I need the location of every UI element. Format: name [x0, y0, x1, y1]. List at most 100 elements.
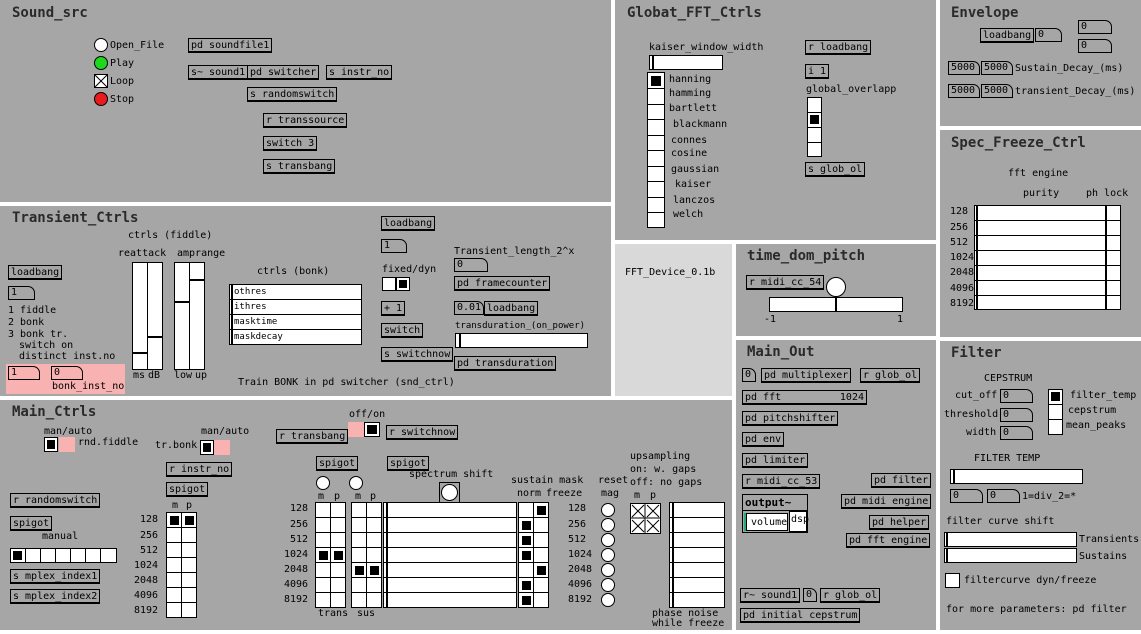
upsampling-toggles[interactable] — [630, 503, 661, 534]
filter-object[interactable]: pd filter — [871, 473, 932, 488]
glob-ol-object[interactable]: r glob_ol — [860, 368, 921, 383]
switch-object[interactable]: switch — [381, 323, 424, 338]
midi-object[interactable]: r midi_cc_53 — [742, 474, 821, 489]
manual-radio[interactable] — [10, 548, 117, 563]
helper-object[interactable]: pd helper — [869, 515, 930, 530]
randomswitch-object[interactable]: r randomswitch — [10, 493, 101, 508]
transbang-object[interactable]: s transbang — [263, 159, 336, 174]
onoff-toggle[interactable] — [364, 422, 380, 437]
number-box[interactable]: 0 — [1000, 426, 1033, 440]
loadbang-object[interactable]: loadbang — [980, 28, 1035, 43]
filter-mode-radio[interactable] — [1048, 389, 1063, 435]
number-box[interactable]: 1 — [8, 286, 35, 300]
int-object[interactable]: i 1 — [805, 64, 830, 79]
reattack-ms-slider[interactable] — [132, 262, 148, 370]
mp-grid[interactable] — [166, 512, 197, 618]
phlock-toggles[interactable] — [1106, 205, 1121, 310]
volume-slider[interactable]: volume — [746, 513, 788, 531]
plus-object[interactable]: + 1 — [381, 301, 406, 316]
number-box[interactable]: 0 — [1078, 39, 1112, 53]
dyn-toggle[interactable] — [396, 277, 410, 291]
reset-bang[interactable] — [601, 578, 615, 592]
pink-toggle[interactable] — [348, 422, 364, 437]
number-box[interactable]: 5000 — [981, 61, 1013, 75]
number-box[interactable]: 0 — [1035, 28, 1062, 42]
limiter-object[interactable]: pd limiter — [742, 453, 809, 468]
transdur-slider[interactable] — [455, 333, 588, 348]
switch3-object[interactable]: switch 3 — [263, 136, 318, 151]
dynfreeze-toggle[interactable] — [945, 573, 960, 588]
initial-cepstrum-object[interactable]: pd initial cepstrum — [740, 608, 861, 623]
reset-bang[interactable] — [601, 518, 615, 532]
mplex-object[interactable]: s mplex_index1 — [10, 569, 101, 584]
stop-bang[interactable] — [94, 92, 108, 106]
reset-bang[interactable] — [601, 563, 615, 577]
transduration-object[interactable]: pd transduration — [454, 356, 557, 371]
spectrum-shift-sliders[interactable] — [383, 502, 517, 608]
switchnow-object[interactable]: r switchnow — [386, 425, 459, 440]
trbonk-toggle[interactable] — [200, 440, 214, 455]
number-box[interactable]: 0 — [51, 366, 83, 380]
sus-grid[interactable] — [351, 502, 382, 608]
sustain-mask-grid[interactable] — [518, 502, 549, 608]
number-box[interactable]: 5000 — [948, 84, 980, 98]
send-sound-object[interactable]: s~ sound1 — [188, 65, 249, 80]
instr-object[interactable]: r instr_no — [166, 462, 233, 477]
pitch-knob[interactable] — [826, 277, 846, 297]
number-box[interactable]: 0 — [1000, 389, 1033, 403]
switchnow-object[interactable]: s switchnow — [381, 347, 454, 362]
bang[interactable] — [316, 476, 330, 490]
transsource-object[interactable]: r transsource — [263, 113, 348, 128]
switcher-object[interactable]: pd switcher — [247, 65, 320, 80]
fft-engine-object[interactable]: pd fft engine — [846, 533, 931, 548]
midi-engine-object[interactable]: pd midi engine — [841, 494, 932, 509]
amprange-low-slider[interactable] — [174, 262, 190, 370]
number-box[interactable]: 1 — [8, 366, 40, 380]
number-box[interactable]: 0 — [950, 489, 983, 503]
phase-noise-sliders[interactable] — [669, 502, 725, 608]
pink-toggle[interactable] — [214, 440, 230, 455]
output-abstraction[interactable]: output~ volume dsp — [742, 494, 809, 533]
glob-ol-object[interactable]: r glob_ol — [820, 588, 881, 603]
pitch-slider[interactable] — [769, 297, 903, 312]
pink-toggle[interactable] — [59, 437, 75, 452]
mplex-object[interactable]: s mplex_index2 — [10, 589, 101, 604]
loadbang-object[interactable]: loadbang — [381, 216, 436, 231]
fixed-toggle[interactable] — [382, 277, 396, 291]
reattack-db-slider[interactable] — [147, 262, 163, 370]
glob-ol-object[interactable]: s glob_ol — [805, 162, 866, 177]
transients-slider[interactable] — [944, 532, 1077, 547]
randomswitch-object[interactable]: s randomswitch — [247, 87, 338, 102]
number-box[interactable]: 5000 — [948, 61, 980, 75]
purity-sliders[interactable] — [974, 205, 1106, 310]
manauto-toggle[interactable] — [44, 437, 58, 452]
loadbang-object[interactable]: loadbang — [8, 265, 63, 280]
bang[interactable] — [349, 476, 363, 490]
number-box[interactable]: 0 — [1000, 408, 1033, 422]
reset-bang[interactable] — [601, 593, 615, 607]
number-box[interactable]: 0 — [1078, 20, 1112, 34]
framecounter-object[interactable]: pd framecounter — [454, 276, 551, 291]
bonk-sliders[interactable]: othres ithres masktime maskdecay — [229, 284, 362, 345]
spigot-object[interactable]: spigot — [10, 516, 53, 531]
amprange-up-slider[interactable] — [189, 262, 205, 370]
sustains-slider[interactable] — [944, 548, 1077, 563]
trans-grid[interactable] — [315, 502, 346, 608]
kaiser-slider[interactable] — [649, 55, 723, 70]
soundfile-object[interactable]: pd soundfile1 — [188, 38, 273, 53]
number-box[interactable]: 0.01 — [454, 301, 484, 315]
open-file-bang[interactable] — [94, 38, 108, 52]
loadbang-object[interactable]: r loadbang — [805, 40, 872, 55]
number-box[interactable]: 0 — [987, 489, 1020, 503]
env-object[interactable]: pd env — [742, 432, 785, 447]
overlap-radio[interactable] — [807, 97, 822, 157]
midi-object[interactable]: r midi_cc_54 — [746, 275, 825, 290]
reset-bang[interactable] — [601, 533, 615, 547]
instr-object[interactable]: s instr_no — [326, 65, 393, 80]
pitchshifter-object[interactable]: pd pitchshifter — [742, 411, 839, 426]
multiplexer-object[interactable]: pd multiplexer — [761, 368, 852, 383]
number-box[interactable]: 0 — [454, 258, 488, 272]
spigot-object[interactable]: spigot — [316, 456, 359, 471]
number-box[interactable]: 0 — [742, 368, 756, 382]
spigot-object[interactable]: spigot — [166, 482, 209, 497]
